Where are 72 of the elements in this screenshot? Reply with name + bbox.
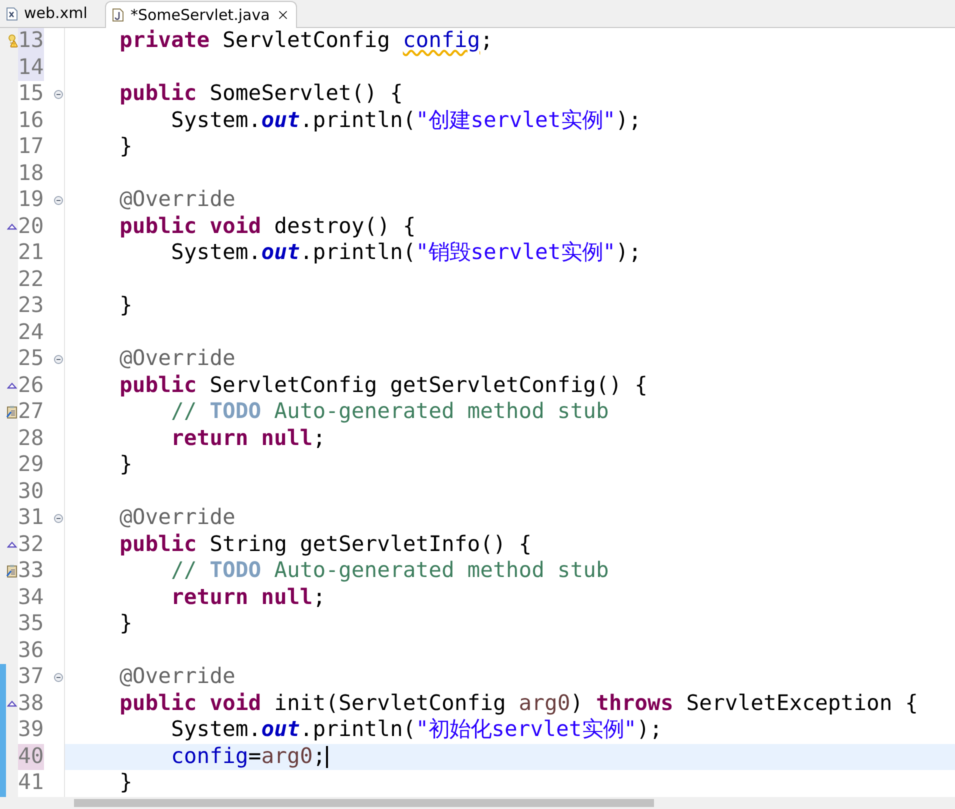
line-number: 35 <box>18 611 44 638</box>
clipboard-pencil-icon <box>6 405 18 420</box>
line-number: 39 <box>18 717 44 744</box>
collapse-icon[interactable] <box>54 196 62 205</box>
line-number: 13 <box>18 28 44 54</box>
triangle-icon <box>7 700 17 708</box>
code-line: public void destroy() { <box>118 212 416 241</box>
line-number: 22 <box>18 266 44 293</box>
line-number: 27 <box>18 399 44 426</box>
collapse-icon[interactable] <box>54 90 62 99</box>
code-line: // TODO Auto-generated method stub <box>170 398 609 426</box>
collapse-icon[interactable] <box>54 354 62 364</box>
code-line: public String getServletInfo() { <box>118 530 532 559</box>
code-line: config=arg0; <box>170 742 326 771</box>
code-line: @Override <box>118 186 236 214</box>
line-number: 37 <box>18 664 44 690</box>
line-number: 41 <box>18 770 44 796</box>
scrollbar-thumb[interactable] <box>74 799 654 807</box>
code-line: } <box>118 451 132 480</box>
line-number: 16 <box>18 108 44 134</box>
line-number: 36 <box>18 638 44 664</box>
code-line: @Override <box>118 663 236 692</box>
collapse-icon[interactable] <box>54 672 62 682</box>
code-line: System.out.println("创建servlet实例"); <box>170 106 642 135</box>
line-number: 33 <box>18 558 44 584</box>
code-line: System.out.println("初始化servlet实例"); <box>170 716 662 744</box>
line-number: 38 <box>18 690 44 717</box>
tab-label: web.xml <box>24 3 88 24</box>
code-line: } <box>118 769 132 797</box>
code-line: return null; <box>170 584 326 612</box>
java-file-icon <box>112 8 124 22</box>
horizontal-scrollbar[interactable] <box>0 797 955 809</box>
line-number: 40 <box>18 744 44 770</box>
triangle-icon <box>7 541 17 548</box>
line-number: 26 <box>18 372 44 399</box>
line-number: 19 <box>18 187 44 214</box>
code-line: // TODO Auto-generated method stub <box>170 557 609 586</box>
code-line: } <box>118 292 132 320</box>
warning-lightbulb-icon <box>6 34 18 48</box>
code-line: System.out.println("销毁servlet实例"); <box>170 239 642 268</box>
line-number: 34 <box>18 584 44 611</box>
triangle-icon <box>7 223 17 230</box>
line-number: 21 <box>18 240 44 266</box>
line-number: 31 <box>18 505 44 532</box>
line-number: 30 <box>18 478 44 505</box>
code-line: @Override <box>118 504 236 532</box>
code-line: public ServletConfig getServletConfig() { <box>118 372 648 400</box>
code-line: } <box>118 610 132 638</box>
line-number: 28 <box>18 426 44 452</box>
code-line: @Override <box>118 345 236 374</box>
line-number: 29 <box>18 452 44 478</box>
line-number: 18 <box>18 160 44 187</box>
line-number: 17 <box>18 134 44 160</box>
code-line: } <box>118 133 132 162</box>
text-cursor <box>326 746 328 768</box>
line-number: 23 <box>18 293 44 320</box>
line-number: 14 <box>18 54 44 81</box>
triangle-icon <box>7 382 17 390</box>
clipboard-pencil-icon <box>6 564 18 578</box>
collapse-icon[interactable] <box>54 514 62 523</box>
code-line: return null; <box>170 424 326 453</box>
line-number: 24 <box>18 320 44 346</box>
line-number: 20 <box>18 214 44 240</box>
code-line: private ServletConfig config; <box>118 28 494 56</box>
code-line: public void init(ServletConfig arg0) throws ServletException { <box>118 690 918 718</box>
editor-tab[interactable]: *SomeServlet.java <box>105 1 297 28</box>
tab-label: *SomeServlet.java <box>130 4 270 26</box>
line-number: 25 <box>18 346 44 372</box>
xml-file-icon <box>6 6 18 20</box>
line-number: 15 <box>18 81 44 108</box>
code-line: public SomeServlet() { <box>118 80 403 108</box>
line-number: 32 <box>18 532 44 558</box>
